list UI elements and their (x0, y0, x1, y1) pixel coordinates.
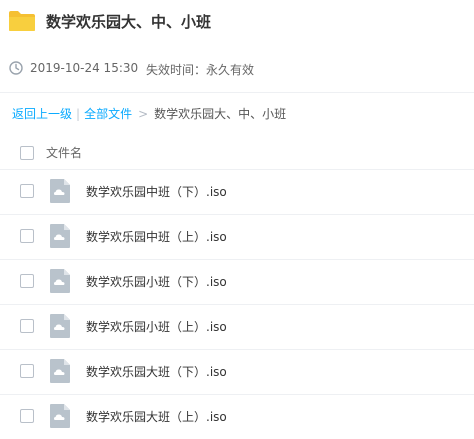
breadcrumb-arrow: > (138, 107, 149, 121)
clock-icon (9, 61, 23, 75)
breadcrumb-separator: | (76, 107, 81, 121)
iso-file-icon (50, 269, 70, 293)
iso-file-icon (50, 179, 70, 203)
breadcrumb: 返回上一级 | 全部文件 > 数学欢乐园大、中、小班 (12, 105, 286, 122)
row-checkbox[interactable] (20, 184, 34, 198)
share-meta: 2019-10-24 15:30 失效时间：永久有效 (0, 56, 474, 82)
iso-file-icon (50, 359, 70, 383)
row-checkbox[interactable] (20, 229, 34, 243)
file-name[interactable]: 数学欢乐园中班（下）.iso (86, 183, 227, 200)
share-datetime: 2019-10-24 15:30 (30, 61, 139, 75)
list-header: 文件名 (0, 137, 474, 169)
iso-file-icon (50, 314, 70, 338)
file-name[interactable]: 数学欢乐园小班（上）.iso (86, 318, 227, 335)
file-row[interactable]: 数学欢乐园大班（下）.iso (0, 349, 474, 394)
row-checkbox[interactable] (20, 364, 34, 378)
all-files-link[interactable]: 全部文件 (84, 107, 132, 121)
file-row[interactable]: 数学欢乐园小班（下）.iso (0, 259, 474, 304)
row-checkbox[interactable] (20, 409, 34, 423)
file-row[interactable]: 数学欢乐园中班（下）.iso (0, 169, 474, 214)
page-title: 数学欢乐园大、中、小班 (46, 13, 212, 31)
file-row[interactable]: 数学欢乐园大班（上）.iso (0, 394, 474, 439)
row-checkbox[interactable] (20, 319, 34, 333)
file-row[interactable]: 数学欢乐园中班（上）.iso (0, 214, 474, 259)
row-checkbox[interactable] (20, 274, 34, 288)
folder-header: 数学欢乐园大、中、小班 (0, 0, 474, 44)
file-name[interactable]: 数学欢乐园小班（下）.iso (86, 273, 227, 290)
iso-file-icon (50, 404, 70, 428)
select-all-checkbox[interactable] (20, 146, 34, 160)
back-link[interactable]: 返回上一级 (12, 107, 72, 121)
breadcrumb-current: 数学欢乐园大、中、小班 (154, 107, 287, 121)
file-name[interactable]: 数学欢乐园大班（上）.iso (86, 408, 227, 425)
expire-time: 失效时间：永久有效 (146, 63, 255, 77)
file-name[interactable]: 数学欢乐园大班（下）.iso (86, 363, 227, 380)
iso-file-icon (50, 224, 70, 248)
file-name[interactable]: 数学欢乐园中班（上）.iso (86, 228, 227, 245)
divider (0, 92, 474, 93)
column-filename: 文件名 (46, 146, 83, 160)
file-row[interactable]: 数学欢乐园小班（上）.iso (0, 304, 474, 349)
folder-icon (9, 11, 35, 31)
